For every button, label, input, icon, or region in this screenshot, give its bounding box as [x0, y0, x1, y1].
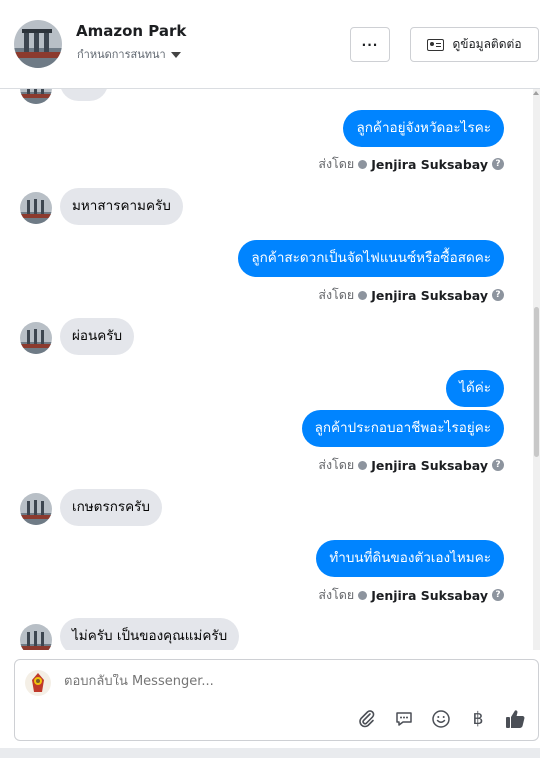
help-icon[interactable]: ? — [492, 158, 504, 170]
composer-toolbar: ฿ — [356, 708, 526, 730]
sender-name[interactable]: Jenjira Suksabay — [371, 458, 488, 473]
incoming-message-bubble: เกษตรกรครับ — [60, 489, 162, 526]
agent-badge-icon — [358, 159, 368, 169]
sent-by-prefix: ส่งโดย — [318, 156, 355, 171]
sent-by-line: ส่งโดย Jenjira Suksabay ? — [318, 585, 504, 605]
sender-name[interactable]: Jenjira Suksabay — [371, 288, 488, 303]
chevron-down-icon — [170, 51, 181, 58]
reply-composer: ฿ — [14, 659, 539, 741]
customer-avatar — [20, 89, 52, 104]
baht-payment-icon[interactable]: ฿ — [467, 708, 489, 730]
emoji-icon[interactable] — [430, 708, 452, 730]
view-contact-button[interactable]: ดูข้อมูลติดต่อ — [410, 27, 539, 62]
agent-avatar — [25, 670, 51, 696]
reply-input[interactable] — [64, 674, 504, 689]
agent-badge-icon — [358, 590, 368, 600]
incoming-message-bubble: ไม่ครับ เป็นของคุณแม่ครับ — [60, 618, 240, 650]
page-title: Amazon Park — [76, 22, 187, 40]
attach-icon[interactable] — [356, 708, 378, 730]
sent-by-line: ส่งโดย Jenjira Suksabay ? — [318, 285, 504, 305]
page-avatar[interactable] — [14, 20, 62, 68]
incoming-message-bubble — [60, 89, 108, 101]
customer-avatar — [20, 192, 52, 224]
agent-badge-icon — [358, 460, 368, 470]
like-icon[interactable] — [504, 708, 526, 730]
bottom-divider — [0, 748, 540, 758]
assign-conversation-label: กำหนดการสนทนา — [77, 48, 166, 61]
outgoing-message-bubble: ลูกค้าประกอบอาชีพอะไรอยู่คะ — [301, 410, 504, 447]
outgoing-message-bubble: ลูกค้าสะดวกเป็นจัดไฟแนนซ์หรือซื้อสดคะ — [238, 240, 504, 277]
scroll-thumb[interactable] — [534, 307, 539, 457]
message-thread[interactable]: ลูกค้าอยู่จังหวัดอะไรคะ ส่งโดย Jenjira S… — [0, 89, 540, 650]
view-contact-label: ดูข้อมูลติดต่อ — [452, 37, 522, 51]
outgoing-message-bubble: ลูกค้าอยู่จังหวัดอะไรคะ — [343, 110, 504, 147]
assign-conversation-dropdown[interactable]: กำหนดการสนทนา — [77, 45, 181, 63]
saved-reply-icon[interactable] — [393, 708, 415, 730]
help-icon[interactable]: ? — [492, 289, 504, 301]
conversation-header: Amazon Park กำหนดการสนทนา ··· ดูข้อมูลติ… — [0, 0, 540, 89]
outgoing-message-bubble: ได้ค่ะ — [446, 370, 504, 407]
more-options-button[interactable]: ··· — [350, 27, 390, 62]
customer-avatar — [20, 493, 52, 525]
sender-name[interactable]: Jenjira Suksabay — [371, 588, 488, 603]
thread-scrollbar[interactable] — [533, 89, 540, 650]
help-icon[interactable]: ? — [492, 459, 504, 471]
sent-by-prefix: ส่งโดย — [318, 587, 355, 602]
customer-avatar — [20, 624, 52, 650]
customer-avatar — [20, 322, 52, 354]
contact-card-icon — [427, 38, 445, 51]
sent-by-prefix: ส่งโดย — [318, 457, 355, 472]
outgoing-message-bubble: ทำบนที่ดินของตัวเองไหมคะ — [316, 540, 504, 577]
sent-by-line: ส่งโดย Jenjira Suksabay ? — [318, 455, 504, 475]
agent-badge-icon — [358, 290, 368, 300]
scroll-up-arrow-icon[interactable] — [533, 91, 539, 95]
sent-by-prefix: ส่งโดย — [318, 287, 355, 302]
help-icon[interactable]: ? — [492, 589, 504, 601]
sent-by-line: ส่งโดย Jenjira Suksabay ? — [318, 154, 504, 174]
sender-name[interactable]: Jenjira Suksabay — [371, 157, 488, 172]
incoming-message-bubble: มหาสารคามครับ — [60, 188, 183, 225]
incoming-message-bubble: ผ่อนครับ — [60, 318, 135, 355]
